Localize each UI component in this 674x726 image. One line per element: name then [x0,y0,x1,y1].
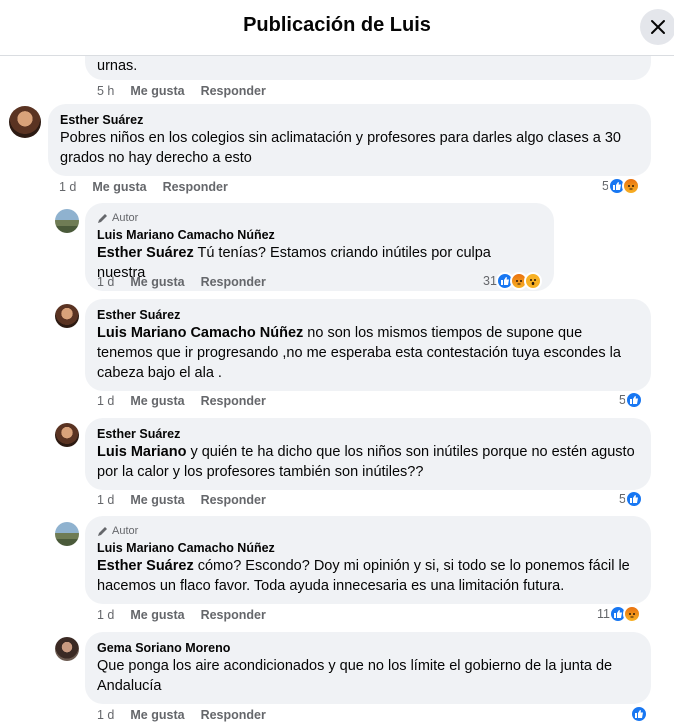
comment-actions: 1 d Me gusta Responder [59,180,228,194]
comment-actions: 1 d Me gusta Responder [97,275,266,289]
author-badge: Autor [97,211,542,225]
comment-actions: 1 d Me gusta Responder [97,493,266,507]
comment-text: Luis Mariano y quién te ha dicho que los… [97,442,639,482]
comment-actions: 1 d Me gusta Responder [97,608,266,622]
avatar[interactable] [55,637,79,661]
comment-actions: 1 d Me gusta Responder [97,394,266,408]
mention-link[interactable]: Luis Mariano Camacho Núñez [97,325,303,341]
like-button[interactable]: Me gusta [130,394,184,408]
comment-text: Pobres niños en los colegios sin aclimat… [60,130,621,166]
reply-button[interactable]: Responder [201,608,266,622]
comment-bubble: urnas. [85,56,651,80]
comment-author[interactable]: Luis Mariano Camacho Núñez [97,540,639,556]
comment-text: Esther Suárez cómo? Escondo? Doy mi opin… [97,556,639,596]
angry-reaction-icon [622,605,641,623]
avatar[interactable] [55,522,79,546]
reaction-summary[interactable]: 5 [619,391,643,409]
dialog-header: Publicación de Luis [0,0,674,56]
comment-bubble: Esther Suárez Pobres niños en los colegi… [48,104,651,176]
avatar[interactable] [55,209,79,233]
author-badge: Autor [97,524,639,538]
comment-bubble: Autor Luis Mariano Camacho Núñez Esther … [85,516,651,604]
comment-bubble: Esther Suárez Luis Mariano y quién te ha… [85,418,651,490]
wow-reaction-icon [523,272,542,290]
like-button[interactable]: Me gusta [130,608,184,622]
comment-author[interactable]: Esther Suárez [60,112,639,128]
like-reaction-icon [624,490,643,508]
reaction-summary[interactable]: 5 [602,177,640,195]
comment-time[interactable]: 1 d [59,180,76,194]
comment-author[interactable]: Gema Soriano Moreno [97,640,639,656]
close-icon [651,20,665,34]
comment-time[interactable]: 1 d [97,708,114,722]
comment-time[interactable]: 1 d [97,493,114,507]
reply-button[interactable]: Responder [201,394,266,408]
reply-button[interactable]: Responder [163,180,228,194]
mention-link[interactable]: Esther Suárez [97,558,194,574]
pencil-icon [98,213,107,223]
comment-actions: 5 h Me gusta Responder [97,84,266,98]
like-button[interactable]: Me gusta [130,493,184,507]
close-button[interactable] [640,9,674,45]
comment-time[interactable]: 1 d [97,394,114,408]
like-button[interactable]: Me gusta [130,275,184,289]
reaction-summary[interactable] [630,705,648,723]
reply-button[interactable]: Responder [201,493,266,507]
mention-link[interactable]: Esther Suárez [97,245,194,261]
comment-text: Que ponga los aire acondicionados y que … [97,658,613,694]
comment-actions: 1 d Me gusta Responder [97,708,266,722]
avatar[interactable] [9,106,41,138]
pencil-icon [98,526,107,536]
comment-text: Luis Mariano Camacho Núñez no son los mi… [97,323,639,383]
author-badge-label: Autor [112,212,139,224]
reaction-summary[interactable]: 5 [619,490,643,508]
like-button[interactable]: Me gusta [130,84,184,98]
dialog-title: Publicación de Luis [243,14,431,36]
comment-text: urnas. [97,58,138,74]
comment-bubble: Esther Suárez Luis Mariano Camacho Núñez… [85,299,651,391]
comment-author[interactable]: Luis Mariano Camacho Núñez [97,227,542,243]
comments-list: urnas. 5 h Me gusta Responder Esther Suá… [0,56,674,726]
like-button[interactable]: Me gusta [130,708,184,722]
like-reaction-icon [624,391,643,409]
avatar[interactable] [55,304,79,328]
reply-button[interactable]: Responder [201,275,266,289]
comment-time[interactable]: 1 d [97,608,114,622]
reply-button[interactable]: Responder [201,84,266,98]
angry-reaction-icon [621,177,640,195]
comment-author[interactable]: Esther Suárez [97,307,639,323]
reaction-summary[interactable]: 31 [483,272,542,290]
mention-link[interactable]: Luis Mariano [97,444,186,460]
comment-author[interactable]: Esther Suárez [97,426,639,442]
comment-time[interactable]: 1 d [97,275,114,289]
like-button[interactable]: Me gusta [92,180,146,194]
reaction-summary[interactable]: 11 [597,605,641,623]
author-badge-label: Autor [112,525,139,537]
comment-bubble: Gema Soriano Moreno Que ponga los aire a… [85,632,651,704]
reply-button[interactable]: Responder [201,708,266,722]
comment-time[interactable]: 5 h [97,84,114,98]
avatar[interactable] [55,423,79,447]
reaction-count: 31 [483,274,497,288]
like-reaction-icon [630,705,648,723]
